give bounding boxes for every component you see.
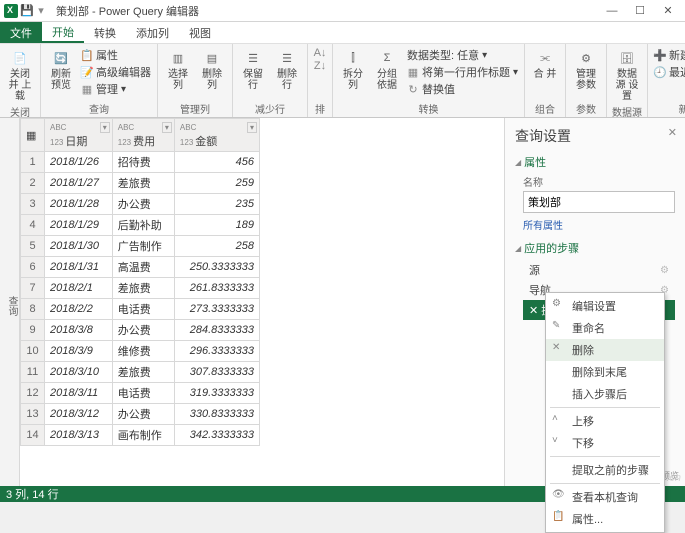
tab-home[interactable]: 开始	[42, 22, 84, 43]
table-row[interactable]: 102018/3/9维修费296.3333333	[21, 341, 260, 362]
settings-title: 查询设置	[515, 126, 675, 146]
ctx-move-up[interactable]: ˄上移	[546, 410, 664, 432]
up-icon: ˄	[552, 413, 558, 424]
tab-file[interactable]: 文件	[0, 22, 42, 43]
split-column-button[interactable]: ⫿拆分 列	[337, 46, 369, 93]
recent-sources-button[interactable]: 🕘最近使用的源 ▾	[654, 64, 685, 80]
down-icon: ˅	[552, 435, 558, 446]
maximize-button[interactable]: ☐	[633, 4, 647, 18]
context-menu: ⚙编辑设置 ✎重命名 ✕删除 删除到末尾 插入步骤后 ˄上移 ˅下移 提取之前的…	[545, 292, 665, 533]
sort-desc-button[interactable]: Z↓	[314, 60, 326, 72]
minimize-button[interactable]: —	[605, 4, 619, 18]
table-row[interactable]: 122018/3/11电话费319.3333333	[21, 383, 260, 404]
col-header-date[interactable]: ABC123日期▾	[45, 119, 113, 152]
data-grid[interactable]: ▦ ABC123日期▾ ABC123费用▾ ABC123金额▾ 12018/1/…	[20, 118, 505, 486]
gear-icon[interactable]: ⚙	[660, 265, 669, 276]
tab-addcolumn[interactable]: 添加列	[126, 22, 179, 43]
table-row[interactable]: 72018/2/1差旅费261.8333333	[21, 278, 260, 299]
rename-icon: ✎	[552, 320, 560, 331]
ctx-extract-prev[interactable]: 提取之前的步骤	[546, 459, 664, 481]
applied-steps-section[interactable]: 应用的步骤	[515, 240, 675, 256]
group-by-button[interactable]: Σ分组 依据	[371, 46, 403, 93]
tab-view[interactable]: 视图	[179, 22, 221, 43]
query-name-input[interactable]: 策划部	[523, 191, 675, 213]
ctx-edit-settings[interactable]: ⚙编辑设置	[546, 295, 664, 317]
choose-columns-button[interactable]: ▥选择 列	[162, 46, 194, 93]
dropdown-icon[interactable]: ▾	[36, 6, 46, 16]
app-icon	[4, 4, 18, 18]
advanced-editor-button[interactable]: 📝高级编辑器	[81, 64, 151, 80]
table-row[interactable]: 82018/2/2电话费273.3333333	[21, 299, 260, 320]
table-row[interactable]: 12018/1/26招待费456	[21, 152, 260, 173]
step-source[interactable]: 源⚙	[523, 260, 675, 280]
properties-section[interactable]: 属性	[515, 154, 675, 170]
menubar: 文件 开始 转换 添加列 视图	[0, 22, 685, 44]
window-title: 策划部 - Power Query 编辑器	[56, 3, 199, 19]
table-row[interactable]: 92018/3/8办公费284.8333333	[21, 320, 260, 341]
save-icon[interactable]: 💾	[22, 6, 32, 16]
gear-icon: ⚙	[552, 298, 561, 309]
col-header-fee[interactable]: ABC123费用▾	[112, 119, 174, 152]
remove-columns-button[interactable]: ▤删除 列	[196, 46, 228, 93]
manage-button[interactable]: ▦管理 ▾	[81, 81, 151, 97]
table-row[interactable]: 112018/3/10差旅费307.8333333	[21, 362, 260, 383]
ctx-insert-step[interactable]: 插入步骤后	[546, 383, 664, 405]
new-source-button[interactable]: ➕新建源 ▾	[654, 47, 685, 63]
remove-rows-button[interactable]: ☰删除 行	[271, 46, 303, 93]
queries-pane-collapsed[interactable]: 查询	[0, 118, 20, 486]
row-header-corner[interactable]: ▦	[21, 119, 45, 152]
table-row[interactable]: 62018/1/31高温费250.3333333	[21, 257, 260, 278]
keep-rows-button[interactable]: ☰保留 行	[237, 46, 269, 93]
table-row[interactable]: 32018/1/28办公费235	[21, 194, 260, 215]
replace-values-button[interactable]: ↻替换值	[407, 81, 518, 97]
ctx-properties[interactable]: 📋属性...	[546, 508, 664, 530]
all-properties-link[interactable]: 所有属性	[523, 217, 675, 232]
tab-transform[interactable]: 转换	[84, 22, 126, 43]
ctx-rename[interactable]: ✎重命名	[546, 317, 664, 339]
close-load-button[interactable]: 📄关闭并 上载	[4, 46, 36, 104]
name-label: 名称	[523, 174, 675, 189]
props-icon: 📋	[552, 511, 564, 522]
close-settings-icon[interactable]: ✕	[668, 126, 677, 139]
ctx-move-down[interactable]: ˅下移	[546, 432, 664, 454]
refresh-button[interactable]: 🔄刷新 预览	[45, 46, 77, 93]
close-button[interactable]: ✕	[661, 4, 675, 18]
eye-icon: 👁	[552, 489, 565, 500]
merge-button[interactable]: ⫘合 并	[529, 46, 561, 82]
first-row-header-button[interactable]: ▦将第一行用作标题 ▾	[407, 64, 518, 80]
delete-icon: ✕	[552, 342, 560, 353]
titlebar: 💾 ▾ 策划部 - Power Query 编辑器 — ☐ ✕	[0, 0, 685, 22]
ribbon: 📄关闭并 上载关闭 🔄刷新 预览📋属性📝高级编辑器▦管理 ▾查询 ▥选择 列▤删…	[0, 44, 685, 118]
table-row[interactable]: 22018/1/27差旅费259	[21, 173, 260, 194]
datasource-settings-button[interactable]: 🗄数据源 设置	[611, 46, 643, 104]
properties-button[interactable]: 📋属性	[81, 47, 151, 63]
ctx-view-native[interactable]: 👁查看本机查询	[546, 486, 664, 508]
ctx-delete-to-end[interactable]: 删除到末尾	[546, 361, 664, 383]
col-header-amount[interactable]: ABC123金额▾	[174, 119, 259, 152]
ctx-delete[interactable]: ✕删除	[546, 339, 664, 361]
table-row[interactable]: 42018/1/29后勤补助189	[21, 215, 260, 236]
table-row[interactable]: 132018/3/12办公费330.8333333	[21, 404, 260, 425]
manage-params-button[interactable]: ⚙管理 参数	[570, 46, 602, 93]
sort-asc-button[interactable]: A↓	[314, 47, 326, 59]
table-row[interactable]: 52018/1/30广告制作258	[21, 236, 260, 257]
table-row[interactable]: 142018/3/13画布制作342.3333333	[21, 425, 260, 446]
datatype-button[interactable]: 数据类型: 任意 ▾	[407, 47, 518, 63]
